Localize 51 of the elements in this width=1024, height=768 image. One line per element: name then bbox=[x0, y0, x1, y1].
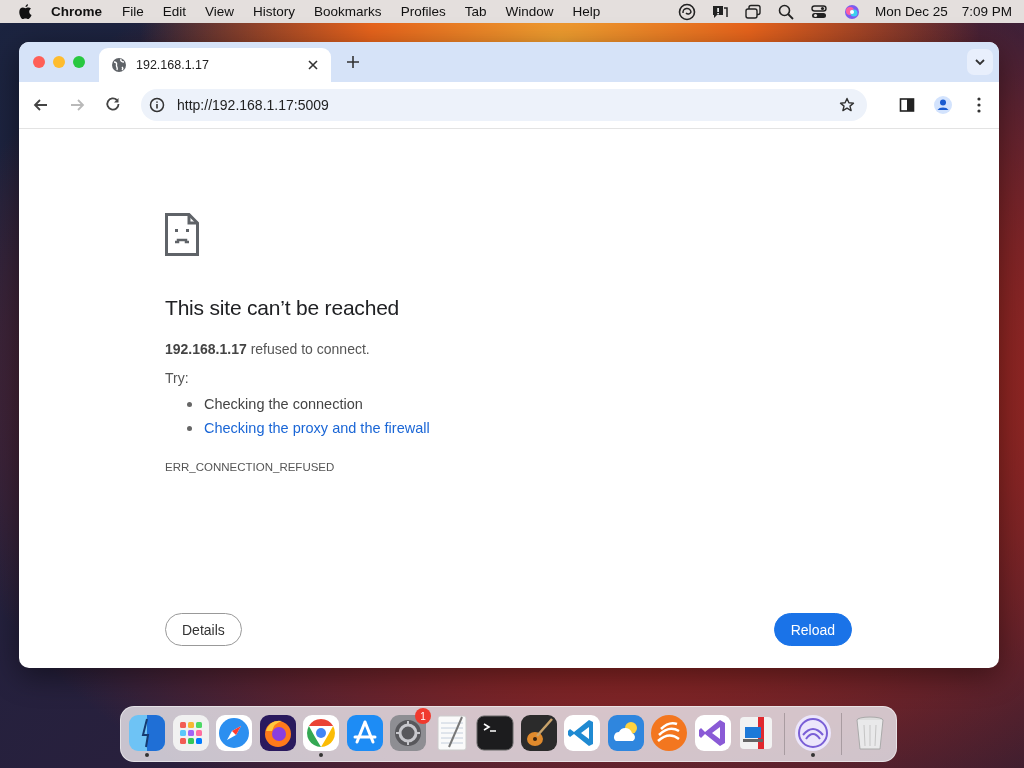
sad-page-icon bbox=[165, 213, 199, 256]
spiral-icon[interactable] bbox=[677, 2, 696, 21]
swoosh-icon[interactable] bbox=[649, 713, 689, 753]
windows-icon[interactable] bbox=[743, 2, 762, 21]
menu-item[interactable]: Profiles bbox=[400, 4, 446, 19]
details-button[interactable]: Details bbox=[165, 613, 242, 646]
menu-item[interactable]: File bbox=[122, 4, 144, 19]
terminal-icon[interactable] bbox=[475, 713, 515, 753]
profile-icon[interactable] bbox=[933, 95, 953, 115]
bullet-icon bbox=[187, 401, 192, 407]
error-heading: This site can’t be reached bbox=[165, 296, 401, 320]
time-label[interactable]: 7:09 PM bbox=[961, 4, 1012, 19]
guitar-icon[interactable] bbox=[518, 713, 559, 753]
menu-item[interactable]: Help bbox=[572, 4, 601, 19]
cloud-icon[interactable] bbox=[605, 713, 646, 753]
split-tile-icon[interactable] bbox=[127, 713, 167, 753]
side-panel-icon[interactable] bbox=[897, 95, 917, 115]
swirl-icon[interactable] bbox=[793, 713, 833, 753]
search-icon[interactable] bbox=[776, 2, 795, 21]
error-code: ERR_CONNECTION_REFUSED bbox=[165, 461, 336, 473]
suggestion-text: Checking the connection bbox=[204, 395, 363, 414]
new-tab-icon[interactable] bbox=[345, 54, 361, 70]
menu-item[interactable]: Edit bbox=[162, 4, 187, 19]
app-menu[interactable]: Chrome bbox=[51, 4, 102, 19]
suggestion-link[interactable]: Checking the proxy and the firewall bbox=[204, 416, 430, 440]
date-label[interactable]: Mon Dec 25 bbox=[874, 4, 948, 19]
error-message: 192.168.1.17 refused to connect. bbox=[165, 341, 371, 357]
menu-item[interactable]: Tab bbox=[464, 4, 487, 19]
toggles-icon[interactable] bbox=[809, 2, 828, 21]
menu-item[interactable]: Bookmarks bbox=[314, 4, 382, 19]
reload-button[interactable]: Reload bbox=[773, 613, 852, 646]
tab-search-button[interactable] bbox=[967, 49, 993, 75]
menu-item[interactable]: View bbox=[205, 4, 235, 19]
notification-badge: 1 bbox=[415, 708, 431, 724]
tricolor-ring-icon[interactable] bbox=[301, 713, 341, 753]
globe-icon bbox=[111, 57, 127, 73]
address-bar[interactable]: http://192.168.1.17:5009 bbox=[141, 89, 867, 121]
ribbon-icon[interactable] bbox=[562, 713, 602, 753]
menu-item[interactable]: History bbox=[253, 4, 296, 19]
apple-icon[interactable] bbox=[18, 3, 33, 20]
star-icon[interactable] bbox=[839, 97, 855, 113]
grid-icon[interactable] bbox=[170, 713, 211, 753]
try-label: Try: bbox=[165, 370, 190, 386]
gear-icon[interactable] bbox=[388, 713, 428, 753]
browser-tab[interactable]: 192.168.1.17 bbox=[99, 48, 331, 82]
flame-orb-icon[interactable] bbox=[257, 713, 298, 753]
info-icon[interactable] bbox=[149, 97, 165, 113]
a-shape-icon[interactable] bbox=[344, 713, 385, 753]
menu-item[interactable]: Window bbox=[505, 4, 554, 19]
orb-icon[interactable] bbox=[842, 2, 861, 21]
bullet-icon bbox=[187, 425, 192, 431]
